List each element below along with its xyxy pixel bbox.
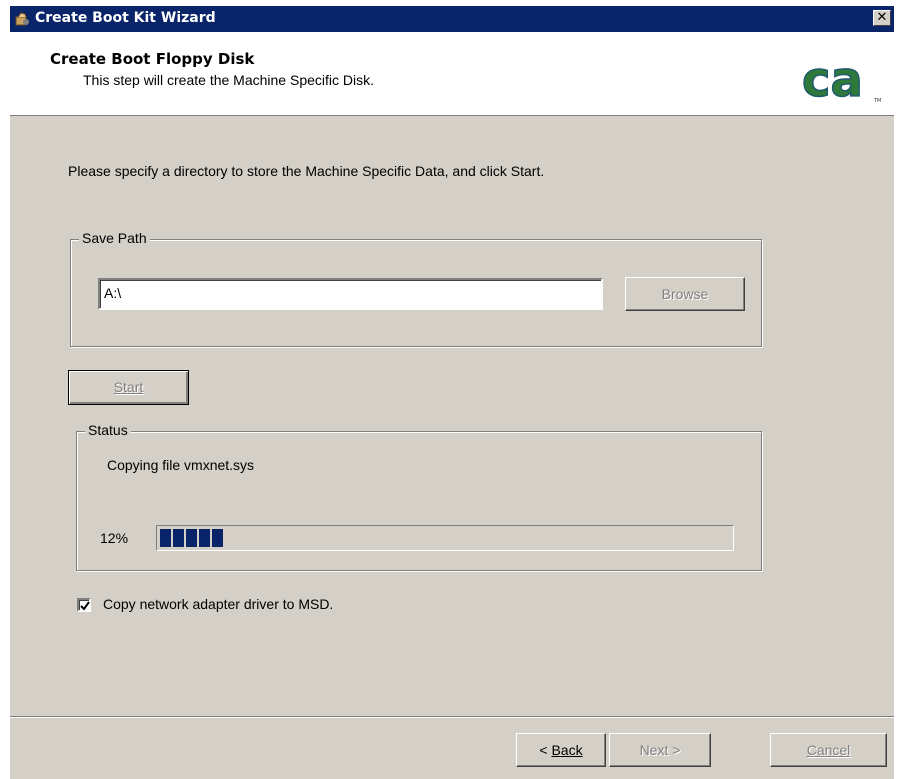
- logo-text: ca: [802, 54, 863, 104]
- browse-button-label: Browse: [661, 286, 709, 302]
- ca-logo: ca TM: [801, 51, 884, 109]
- progress-bar-fill: [160, 529, 223, 547]
- page-title: Create Boot Floppy Disk: [50, 50, 255, 68]
- wizard-window: Create Boot Kit Wizard ✕ Create Boot Flo…: [10, 6, 894, 779]
- close-icon: ✕: [876, 10, 888, 25]
- next-button-label: Next >: [639, 742, 681, 758]
- logo-tm: TM: [873, 98, 881, 104]
- page-subtitle: This step will create the Machine Specif…: [83, 72, 374, 88]
- close-button[interactable]: ✕: [873, 10, 891, 26]
- status-group-label: Status: [85, 422, 131, 438]
- back-button-prefix: <: [539, 742, 552, 758]
- title-bar[interactable]: Create Boot Kit Wizard ✕: [10, 6, 894, 32]
- save-path-group-label: Save Path: [79, 230, 150, 246]
- wizard-header: Create Boot Floppy Disk This step will c…: [10, 32, 894, 116]
- window-title: Create Boot Kit Wizard: [35, 10, 216, 26]
- status-message: Copying file vmxnet.sys: [107, 457, 255, 473]
- app-icon: [14, 11, 30, 27]
- save-path-input[interactable]: A:\: [98, 278, 603, 310]
- instruction-text: Please specify a directory to store the …: [68, 163, 545, 179]
- progress-bar: [156, 525, 734, 551]
- progress-percent-label: 12%: [100, 530, 129, 546]
- cancel-button[interactable]: Cancel: [770, 733, 887, 767]
- back-button-label: Back: [551, 742, 583, 758]
- browse-button[interactable]: Browse: [625, 277, 745, 311]
- cancel-button-label: Cancel: [806, 742, 851, 758]
- checkmark-icon: [80, 601, 90, 611]
- start-button-label: Start: [113, 379, 144, 395]
- copy-driver-checkbox[interactable]: [77, 598, 91, 612]
- copy-driver-label[interactable]: Copy network adapter driver to MSD.: [103, 596, 333, 612]
- next-button[interactable]: Next >: [609, 733, 711, 767]
- back-button[interactable]: < Back: [516, 733, 606, 767]
- start-button[interactable]: Start: [68, 370, 189, 405]
